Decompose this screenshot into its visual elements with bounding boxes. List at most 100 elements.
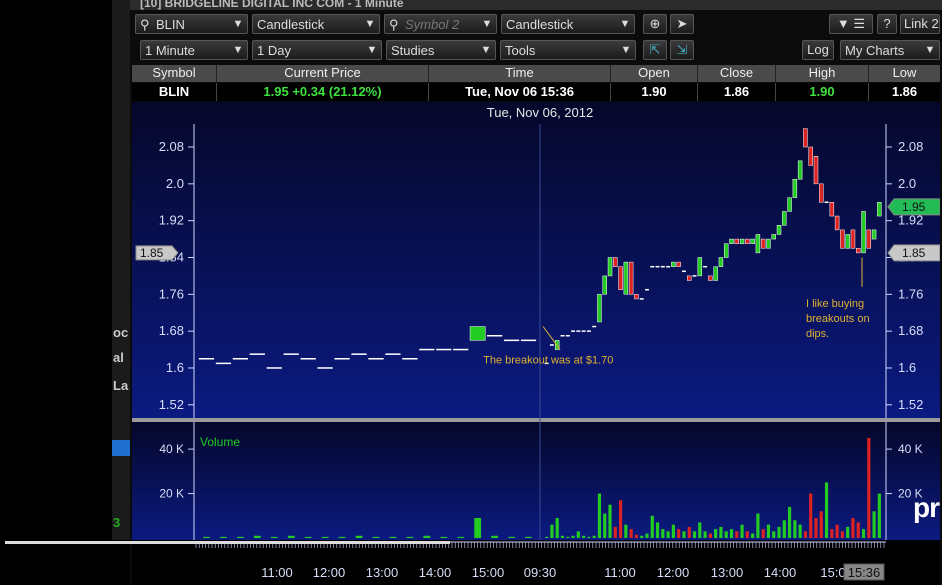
chevron-down-icon[interactable]: ▼ [478, 15, 496, 33]
price-tick-label: 1.52 [898, 397, 923, 412]
volume-bar [830, 529, 834, 538]
annotation-text: dips. [806, 328, 829, 340]
chevron-down-icon: ▼ [480, 44, 492, 56]
time-tick-label: 12:00 [313, 565, 346, 580]
volume-bar [824, 482, 829, 538]
volume-bar [582, 535, 586, 538]
col-header: Close [698, 65, 776, 82]
range-select[interactable]: 1 Day ▼ [252, 40, 382, 60]
volume-bar [321, 536, 329, 538]
volume-bar [560, 535, 565, 538]
chevron-down-icon: ▼ [366, 44, 378, 56]
search-icon: ⚲ [389, 17, 399, 32]
candle [819, 183, 824, 203]
volume-bar [856, 522, 860, 538]
volume-bar [474, 518, 482, 538]
volume-bar [624, 524, 628, 538]
price-marker-label: 1.85 [140, 246, 164, 260]
quote-row: BLIN 1.95 +0.34 (21.12%) Tue, Nov 06 15:… [132, 83, 940, 101]
studies-select[interactable]: Studies ▼ [386, 40, 496, 60]
candle [613, 257, 618, 267]
volume-bar [872, 511, 876, 538]
volume-bar [719, 526, 723, 538]
chevron-down-icon[interactable]: ▼ [229, 15, 247, 33]
volume-bar [655, 522, 660, 538]
volume-bar [687, 526, 691, 538]
candle [877, 202, 882, 217]
col-header: Open [611, 65, 698, 82]
volume-bar [645, 533, 649, 538]
chevron-down-icon: ▼ [619, 18, 631, 30]
menu-button[interactable]: ▼ ☰ [829, 14, 873, 34]
candle [871, 229, 877, 240]
volume-bar [787, 506, 792, 538]
symbol-input[interactable]: ⚲ BLIN ▼ [135, 14, 248, 34]
annotation-text: breakouts on [806, 313, 870, 325]
volume-bar [253, 535, 261, 538]
time-tick-label: 15:00 [472, 565, 505, 580]
volume-bar [846, 526, 850, 538]
compress-icon[interactable]: ⇲ [670, 40, 694, 60]
expand-icon[interactable]: ⇱ [643, 40, 667, 60]
help-button[interactable]: ? [877, 14, 897, 34]
volume-bar [338, 536, 346, 538]
volume-bar [814, 518, 818, 538]
volume-bar [650, 515, 654, 538]
volume-bar [491, 535, 499, 538]
candle [813, 155, 819, 185]
candle [734, 238, 739, 244]
candle [618, 266, 623, 290]
brand-logo: pr [913, 492, 940, 523]
chart-title: Tue, Nov 06, 2012 [487, 105, 593, 120]
volume-bar [634, 534, 639, 538]
candle [834, 215, 840, 231]
time-tick-label: 13:00 [711, 565, 744, 580]
candle [745, 238, 750, 244]
candle [850, 229, 856, 249]
volume-bar [555, 518, 559, 538]
time-tick-label: 14:00 [764, 565, 797, 580]
link-button[interactable]: Link 2 [900, 14, 940, 34]
candle [713, 266, 718, 281]
candle [766, 238, 771, 249]
scroll-indicator[interactable] [5, 541, 450, 544]
price-pane-bg [132, 102, 940, 418]
chart-type-select[interactable]: Candlestick ▼ [252, 14, 380, 34]
time-tick-label: 15:0 [820, 565, 845, 580]
chart-area[interactable]: Tue, Nov 06, 2012 2.08 2.08 2.0 2.0 1.92 1.92… [132, 102, 941, 540]
price-tick-label: 2.08 [159, 139, 184, 154]
candle [760, 238, 766, 249]
symbol2-input[interactable]: ⚲ Symbol 2 ▼ [384, 14, 497, 34]
my-charts-select[interactable]: My Charts ▼ [840, 40, 940, 60]
interval-select[interactable]: 1 Minute ▼ [140, 40, 248, 60]
volume-bar [740, 524, 744, 538]
background-highlight [112, 440, 130, 456]
volume-bar [550, 524, 554, 538]
quote-close: 1.86 [698, 83, 776, 101]
price-tick-label: 1.68 [159, 323, 184, 338]
quote-time: Tue, Nov 06 15:36 [429, 83, 611, 101]
volume-bar [355, 535, 363, 538]
col-header: High [776, 65, 869, 82]
volume-bar [304, 536, 312, 538]
tools-select[interactable]: Tools ▼ [500, 40, 636, 60]
candle [697, 257, 703, 277]
price-chart[interactable]: Tue, Nov 06, 2012 2.08 2.082.0 2.01.92 1.92… [132, 102, 941, 540]
price-marker-label: 1.85 [902, 246, 926, 260]
volume-pane-bg [132, 422, 940, 540]
background-text: La [113, 378, 129, 393]
volume-bar [877, 493, 881, 538]
volume-bar [677, 529, 681, 538]
volume-bar [618, 500, 623, 538]
price-tick-label: 1.6 [898, 360, 916, 375]
chart-type2-select[interactable]: Candlestick ▼ [501, 14, 635, 34]
candle [792, 178, 798, 198]
volume-bar [777, 526, 781, 538]
zoom-icon[interactable]: ⊕ [643, 14, 667, 34]
volume-bar [389, 536, 397, 538]
volume-bar [772, 531, 776, 538]
cursor-icon[interactable]: ➤ [670, 14, 694, 34]
price-tick-label: 1.52 [159, 397, 184, 412]
list-icon: ▼ ☰ [836, 16, 866, 31]
log-button[interactable]: Log [802, 40, 834, 60]
